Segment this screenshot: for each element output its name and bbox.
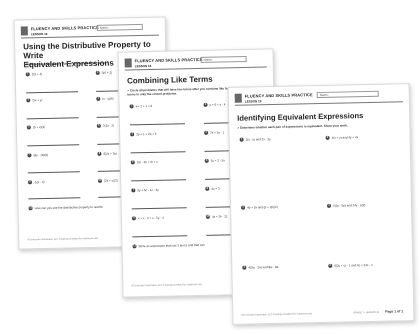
problem-text: 2(x - y) and 2x - 2y: [245, 137, 271, 142]
problem-text: 4(2w - 2a) and 8w - 8a: [248, 264, 279, 270]
problem-text: 2(3 + 4): [31, 72, 43, 77]
instruction-text: Determine whether each pair of expressio…: [240, 123, 348, 130]
answer-line: [132, 235, 188, 238]
problem-text: 5x + 2 - 5x: [210, 158, 225, 163]
problem-8: 8 4c + 3: [205, 186, 220, 192]
problem-7: 7 (8y - 18)(2): [27, 152, 49, 158]
problem-text: (x - y)(5): [102, 96, 114, 101]
problem-6: 6 6(3c + c) - 1 and 6c + 24c - 1: [328, 262, 373, 269]
problem-5: 5 (5 + x)(3): [26, 124, 46, 130]
answer-line: [131, 179, 187, 182]
worksheet-header: FLUENCY AND SKILLS PRACTICE Name: LESSON…: [234, 90, 403, 106]
practice-label: FLUENCY AND SKILLS PRACTICE: [30, 24, 99, 32]
worksheet-equivalent-expressions: FLUENCY AND SKILLS PRACTICE Name: LESSON…: [227, 83, 415, 325]
problem-3: 3 4p + 5x and (p + 2p)(2): [241, 204, 278, 210]
problem-8: 8 6(2x + 3y): [97, 151, 117, 157]
problem-text: 4z + 2k - 2z: [211, 214, 228, 219]
answer-line: [129, 123, 185, 126]
footer-copyright: ©Curriculum Associates, LLC Copying perm…: [131, 282, 203, 288]
problem-text: (5 + x)(3): [32, 124, 46, 130]
problem-5: 5 4(2w - 2a) and 8w - 8a: [242, 264, 279, 270]
answer-line: [27, 144, 80, 147]
problem-4: 4 (x - y)(5): [96, 96, 114, 102]
problem-6: 6 7(3x - 2): [96, 123, 115, 129]
problem-text: 4p + 5x and (p + 2p)(2): [247, 204, 278, 210]
footer-copyright: ©Curriculum Associates, LLC Copying perm…: [241, 312, 313, 317]
footer-copyright: ©Curriculum Associates, LLC Copying perm…: [27, 236, 99, 242]
problem-3: 3 2p + 1 + 2p + 6: [130, 131, 157, 137]
problem-4: 4 2(3y - 5p) and 24y - p(2): [327, 203, 366, 209]
name-field: Name:: [316, 90, 379, 99]
problem-text: x + 2 + x + 6: [135, 103, 153, 109]
problem-text: x + x - 3 + x - 5y - 4: [137, 215, 164, 221]
problem-6: 6 5x + 2 - 5x: [204, 158, 225, 164]
problem-2: 2y + 6 + y - 4: [203, 102, 226, 108]
practice-label: FLUENCY AND SKILLS PRACTICE: [134, 56, 203, 64]
problem-text: y + 6 + y - 4: [209, 102, 226, 107]
name-field: Name:: [96, 23, 143, 31]
problem-5: 5 2rk - 2k + 3r + x: [130, 159, 158, 165]
footer-grade-lesson: GRADE 7 • LESSON 19: [353, 310, 379, 315]
problem-7: 7 3y + 5c - 1c - 3y: [131, 187, 159, 193]
problem-10: 10 (2k + c)(2): [97, 178, 118, 184]
problem-text: 2(3y - 5p) and 24y - p(2): [332, 203, 366, 208]
problem-11: 11 Write an expression that has 3 terms a…: [132, 242, 205, 249]
lesson-label: LESSON 19: [244, 99, 262, 104]
problem-text: 2p + 1 + 2p + 6: [136, 131, 157, 137]
answer-line: [131, 207, 187, 210]
answer-line: [130, 151, 186, 154]
problem-3: 3 2(x + y): [26, 98, 43, 103]
problem-text: (2k + c)(2): [103, 178, 118, 183]
problem-1: 1 2(x - y) and 2x - 2y: [239, 137, 271, 142]
problem-1: 1 2(3 + 4): [25, 72, 43, 77]
problem-text: 2(x + y): [32, 98, 43, 103]
logo-icon: [124, 58, 132, 68]
problem-4: 4 7k + 4x - 1: [204, 130, 225, 136]
answer-line: [26, 91, 79, 94]
instructions: >Determine whether each pair of expressi…: [237, 123, 348, 130]
problem-text: 3(6 + 2): [101, 70, 113, 75]
answer-line: [27, 171, 80, 174]
problem-text: 2rk - 2k + 3r + x: [136, 159, 158, 165]
problem-11: 11 How can you use the distributive prope…: [28, 204, 103, 211]
lesson-label: LESSON 19: [134, 63, 152, 69]
logo-icon: [234, 93, 242, 103]
problem-1: 1x + 2 + x + 6: [129, 103, 153, 109]
page-number: Page 1 of 1: [385, 309, 404, 314]
problem-9: 9x + x - 3 + x - 5y - 4: [131, 215, 164, 221]
problem-text: 3y + 5c - 1c - 3y: [137, 187, 159, 193]
name-field: Name:: [200, 55, 247, 63]
problem-10: 10 4z + 2k - 2z: [205, 214, 228, 220]
problem-2: 2 3(6 + 2): [95, 70, 113, 76]
problem-text: 4(x + y) and 4y + 4x: [331, 135, 359, 140]
worksheet-title: Combining Like Terms: [126, 74, 213, 86]
worksheet-title: Identifying Equivalent Expressions: [237, 111, 364, 123]
problem-text: 7k + 4x - 1: [210, 130, 225, 135]
problem-text: 4c + 3: [211, 186, 220, 191]
lesson-label: LESSON 19: [30, 31, 48, 37]
practice-label: FLUENCY AND SKILLS PRACTICE: [244, 92, 313, 99]
logo-icon: [20, 26, 28, 36]
problem-text: How can you use the distributive propert…: [34, 204, 103, 211]
problem-text: Write an expression that has 3 terms and…: [138, 242, 205, 249]
worksheet-header: FLUENCY AND SKILLS PRACTICE Name: LESSON…: [20, 23, 159, 39]
problem-text: 7(3x - 2): [102, 123, 115, 128]
problem-2: 2 4(x + y) and 4y + 4x: [325, 135, 359, 141]
answer-line: [26, 117, 79, 120]
problem-text: -5(x - 4): [33, 180, 45, 185]
problem-text: (8y - 18)(2): [33, 152, 49, 158]
answer-line: [28, 197, 81, 200]
worksheet-header: FLUENCY AND SKILLS PRACTICE Name: LESSON…: [124, 55, 267, 71]
problem-text: 6(2x + 3y): [103, 151, 117, 156]
problem-text: 6(3c + c) - 1 and 6c + 24c - 1: [334, 262, 373, 268]
problem-9: 9 -5(x - 4): [27, 180, 45, 185]
